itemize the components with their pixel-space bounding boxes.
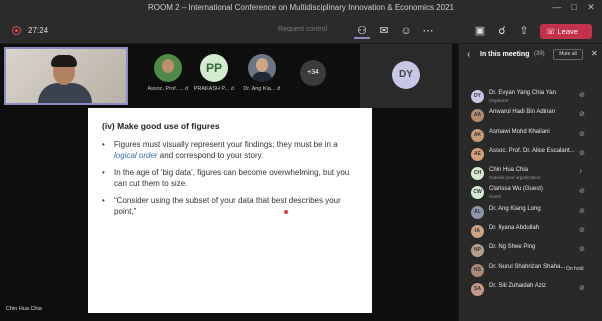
- avatar: NS: [471, 263, 484, 277]
- participant-role: Organizer: [489, 98, 509, 103]
- list-item[interactable]: NP Dr. Ng Shee Ping ⊘: [459, 242, 602, 261]
- mic-off-icon[interactable]: ⊘: [579, 226, 585, 234]
- mic-off-icon[interactable]: ⊘: [579, 187, 585, 195]
- list-item[interactable]: AE Assoc. Prof. Dr. Alice Escalant... ⊘: [459, 146, 602, 165]
- laser-pointer-icon: [284, 210, 288, 214]
- participant-name: Dr. Ng Shee Ping: [489, 244, 536, 251]
- list-item[interactable]: CH Chin Hua Chia Outside your organization…: [459, 165, 602, 184]
- avatar: AL: [471, 205, 484, 219]
- mic-off-icon[interactable]: ⊘: [579, 284, 585, 292]
- leave-button[interactable]: ☏ Leave: [540, 24, 592, 39]
- avatar: [154, 54, 182, 82]
- participant-tile[interactable]: Dr. Ang Kia... ☌: [232, 54, 292, 92]
- avatar: NP: [471, 244, 484, 258]
- back-arrow-icon[interactable]: ‹: [467, 49, 470, 60]
- minimize-button[interactable]: —: [550, 2, 564, 12]
- participant-name: Dr. Siti Zuhaidah Aziz: [489, 282, 547, 289]
- avatar: DY: [471, 90, 484, 103]
- avatar: SA: [471, 282, 484, 296]
- mic-on-icon[interactable]: ♪: [579, 168, 583, 175]
- recording-icon: [12, 26, 21, 35]
- list-item[interactable]: IA Dr. Ilyana Abdullah ⊘: [459, 223, 602, 242]
- meeting-toolbar: 27:24 Request control ⚇ ✉ ☺ ⋯ ▣ ☌ ⇧ ☏ Le…: [0, 18, 602, 44]
- list-item[interactable]: AL Dr. Ang Kiang Long ⊘: [459, 204, 602, 223]
- participants-panel: ‹ In this meeting (39) Mute all ✕ DY Dr. …: [458, 44, 602, 321]
- mic-off-icon: ☌: [276, 86, 281, 92]
- maximize-button[interactable]: □: [567, 2, 581, 12]
- mic-off-icon[interactable]: ⊘: [579, 91, 585, 99]
- avatar: IA: [471, 225, 484, 239]
- phone-icon: ☏: [546, 27, 556, 36]
- mic-off-icon[interactable]: ⊘: [579, 130, 585, 138]
- chat-icon[interactable]: ✉: [376, 23, 392, 39]
- list-item[interactable]: SA Dr. Siti Zuhaidah Aziz ⊘: [459, 281, 602, 300]
- avatar: AK: [471, 128, 484, 142]
- avatar: DY: [392, 61, 420, 89]
- on-hold-status: On hold: [566, 265, 584, 272]
- window-title: ROOM 2 – International Conference on Mul…: [148, 3, 454, 12]
- leave-label: Leave: [557, 27, 578, 36]
- more-icon[interactable]: ⋯: [420, 23, 436, 39]
- avatar: AA: [471, 109, 484, 123]
- participant-name: Dr. Ang Kia... ☌: [243, 86, 281, 92]
- shared-slide: (iv) Make good use of figures Figures mu…: [88, 108, 372, 313]
- more-participants-button[interactable]: +34: [300, 60, 326, 86]
- close-window-button[interactable]: ✕: [584, 2, 598, 13]
- participants-icon[interactable]: ⚇: [354, 23, 370, 39]
- list-item[interactable]: AA Anwarul Hadi Bin Adinan ⊘: [459, 107, 602, 126]
- participant-role: Outside your organization: [489, 175, 541, 181]
- participant-name: Clarissa Wu (Guest): [489, 186, 543, 193]
- slide-bullets: Figures must visually represent your fin…: [102, 139, 362, 223]
- avatar: PP: [200, 54, 228, 82]
- mic-off-icon[interactable]: ⊘: [579, 149, 585, 157]
- participant-tile[interactable]: DY: [360, 44, 452, 108]
- mic-off-icon[interactable]: ⊘: [579, 110, 585, 118]
- avatar: CW: [471, 186, 484, 200]
- list-item[interactable]: DY Dr. Evyan Yang Chia Yan Organizer ⊘: [459, 88, 602, 107]
- title-bar: ROOM 2 – International Conference on Mul…: [0, 0, 602, 18]
- request-control-button[interactable]: Request control: [278, 26, 327, 33]
- list-item[interactable]: AK Asmawi Mohd Khailani ⊘: [459, 127, 602, 146]
- reactions-icon[interactable]: ☺: [398, 23, 414, 39]
- participant-name: Anwarul Hadi Bin Adinan: [489, 109, 556, 116]
- camera-off-icon[interactable]: ▣: [472, 23, 488, 39]
- participant-name: Assoc. Prof. Dr. Alice Escalant...: [489, 147, 575, 154]
- participant-name: Asmawi Mohd Khailani: [489, 128, 550, 135]
- slide-heading: (iv) Make good use of figures: [102, 121, 220, 131]
- list-item[interactable]: NS Dr. Nurul Shahrizan Shaha... On hold: [459, 262, 602, 281]
- avatar: CH: [471, 167, 484, 181]
- participant-list: DY Dr. Evyan Yang Chia Yan Organizer ⊘ AA Anw…: [459, 88, 602, 300]
- slide-bullet: In the age of ‘big data’, figures can be…: [102, 167, 362, 189]
- avatar: [248, 54, 276, 82]
- mic-off-icon[interactable]: ⊘: [579, 245, 585, 253]
- meeting-timer: 27:24: [28, 26, 49, 35]
- slide-bullet: Figures must visually represent your fin…: [102, 139, 362, 161]
- list-item[interactable]: CW Clarissa Wu (Guest) Guest ⊘: [459, 184, 602, 203]
- mic-off-icon[interactable]: ⊘: [579, 207, 585, 215]
- slide-bullet: “Consider using the subset of your data …: [102, 195, 362, 217]
- participant-name: Chin Hua Chia: [489, 167, 529, 174]
- participant-role: Guest: [489, 194, 502, 200]
- participant-name: Dr. Evyan Yang Chia Yan: [489, 90, 556, 96]
- presenter-video[interactable]: [4, 47, 128, 105]
- presenter-name-label: Chin Hua Chia: [6, 306, 42, 312]
- participant-count: (39): [534, 51, 545, 57]
- participant-name: Dr. Ilyana Abdullah: [489, 225, 540, 232]
- panel-title: In this meeting: [480, 51, 530, 58]
- mic-off-icon[interactable]: ☌: [494, 23, 510, 39]
- participant-name: Dr. Ang Kiang Long: [489, 205, 541, 212]
- avatar: AE: [471, 147, 484, 161]
- close-panel-icon[interactable]: ✕: [591, 49, 598, 58]
- participant-name: Dr. Nurul Shahrizan Shaha...: [489, 263, 566, 270]
- panel-header: ‹ In this meeting (39) Mute all ✕: [459, 44, 602, 66]
- mute-all-button[interactable]: Mute all: [553, 49, 583, 60]
- share-icon[interactable]: ⇧: [516, 23, 532, 39]
